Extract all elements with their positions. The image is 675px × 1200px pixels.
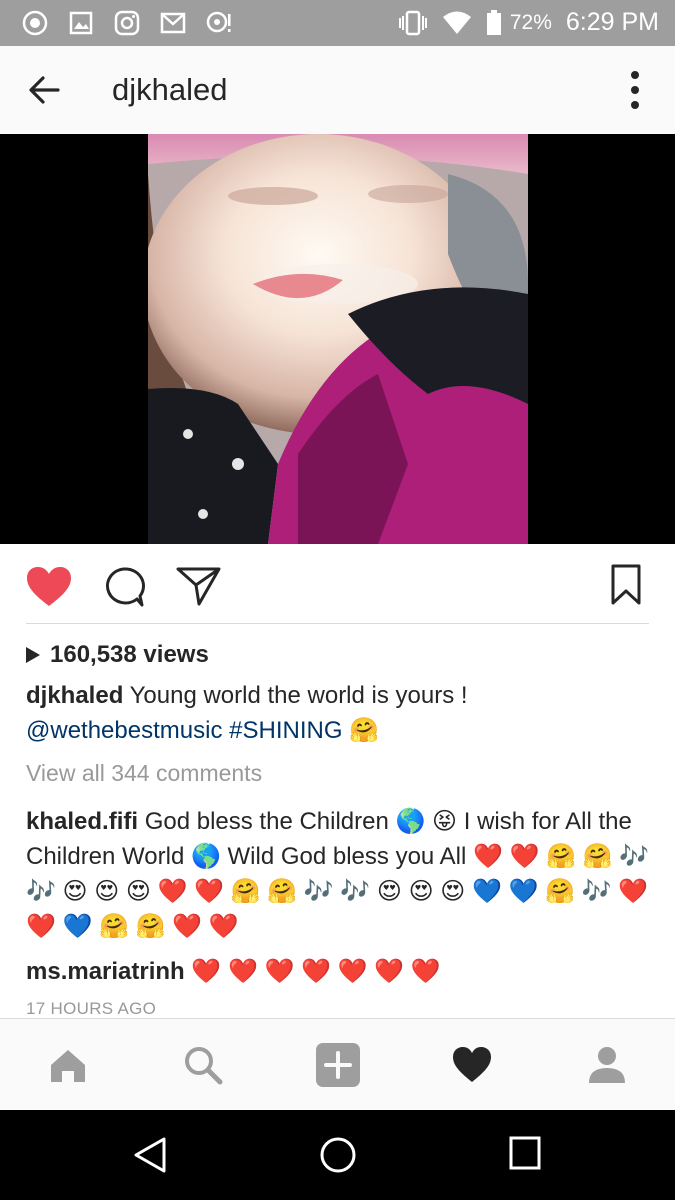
- android-nav-bar: [0, 1110, 675, 1200]
- status-bar: 72% 6:29 PM: [0, 0, 675, 46]
- video-frame: [148, 134, 528, 544]
- home-circle-icon[interactable]: [318, 1135, 358, 1175]
- view-count-text: 160,538 views: [50, 641, 209, 668]
- caption-text: Young world the world is yours !: [129, 682, 468, 709]
- bookmark-icon[interactable]: [610, 564, 642, 606]
- comment-icon[interactable]: [103, 566, 145, 608]
- video-still-image: [148, 134, 528, 544]
- caption-mention[interactable]: @wethebestmusic: [26, 717, 222, 744]
- comment-text: ❤️ ❤️ ❤️ ❤️ ❤️ ❤️ ❤️: [191, 958, 441, 985]
- caption-username[interactable]: djkhaled: [26, 682, 123, 709]
- comment-username[interactable]: ms.mariatrinh: [26, 958, 185, 985]
- browser-icon: [22, 10, 48, 36]
- header-username[interactable]: djkhaled: [112, 72, 227, 108]
- wifi-icon: [442, 11, 471, 34]
- activity-heart-icon[interactable]: [452, 1045, 492, 1085]
- view-count[interactable]: 160,538 views: [26, 641, 209, 669]
- battery-percent: 72%: [509, 10, 552, 34]
- status-notification-icons: [22, 10, 232, 36]
- more-options-icon[interactable]: [629, 70, 641, 110]
- back-triangle-icon[interactable]: [131, 1135, 169, 1175]
- battery-icon: [486, 9, 501, 35]
- bottom-tab-bar: [0, 1018, 675, 1111]
- comment-username[interactable]: khaled.fifi: [26, 808, 138, 835]
- status-time: 6:29 PM: [565, 8, 659, 36]
- share-icon[interactable]: [176, 565, 222, 607]
- instagram-icon: [114, 10, 140, 36]
- gallery-icon: [69, 11, 93, 35]
- view-all-comments-link[interactable]: View all 344 comments: [26, 760, 262, 787]
- caption-emoji: 🤗: [349, 717, 380, 744]
- post-caption: djkhaled Young world the world is yours …: [26, 678, 651, 748]
- post-video[interactable]: [0, 134, 675, 544]
- status-system-icons: 72% 6:29 PM: [398, 8, 659, 37]
- caption-hashtag[interactable]: #SHINING: [229, 717, 342, 744]
- add-icon[interactable]: [315, 1042, 361, 1088]
- action-divider: [26, 623, 649, 624]
- back-arrow-icon[interactable]: [26, 72, 62, 108]
- comment-item: khaled.fifi God bless the Children 🌎 😝 I…: [26, 804, 654, 944]
- profile-icon[interactable]: [587, 1045, 627, 1085]
- post-timestamp: 17 HOURS AGO: [26, 999, 157, 1018]
- heart-filled-icon[interactable]: [26, 566, 72, 608]
- recents-square-icon[interactable]: [508, 1135, 542, 1171]
- vibrate-icon: [398, 10, 427, 35]
- search-icon[interactable]: [183, 1045, 223, 1085]
- home-icon[interactable]: [48, 1045, 88, 1085]
- comment-item: ms.mariatrinh ❤️ ❤️ ❤️ ❤️ ❤️ ❤️ ❤️: [26, 954, 654, 989]
- notification-icon: [206, 11, 231, 33]
- play-icon: [26, 647, 40, 663]
- gmail-icon: [160, 12, 186, 34]
- post-header: djkhaled: [0, 46, 675, 135]
- post-action-bar: [0, 544, 675, 624]
